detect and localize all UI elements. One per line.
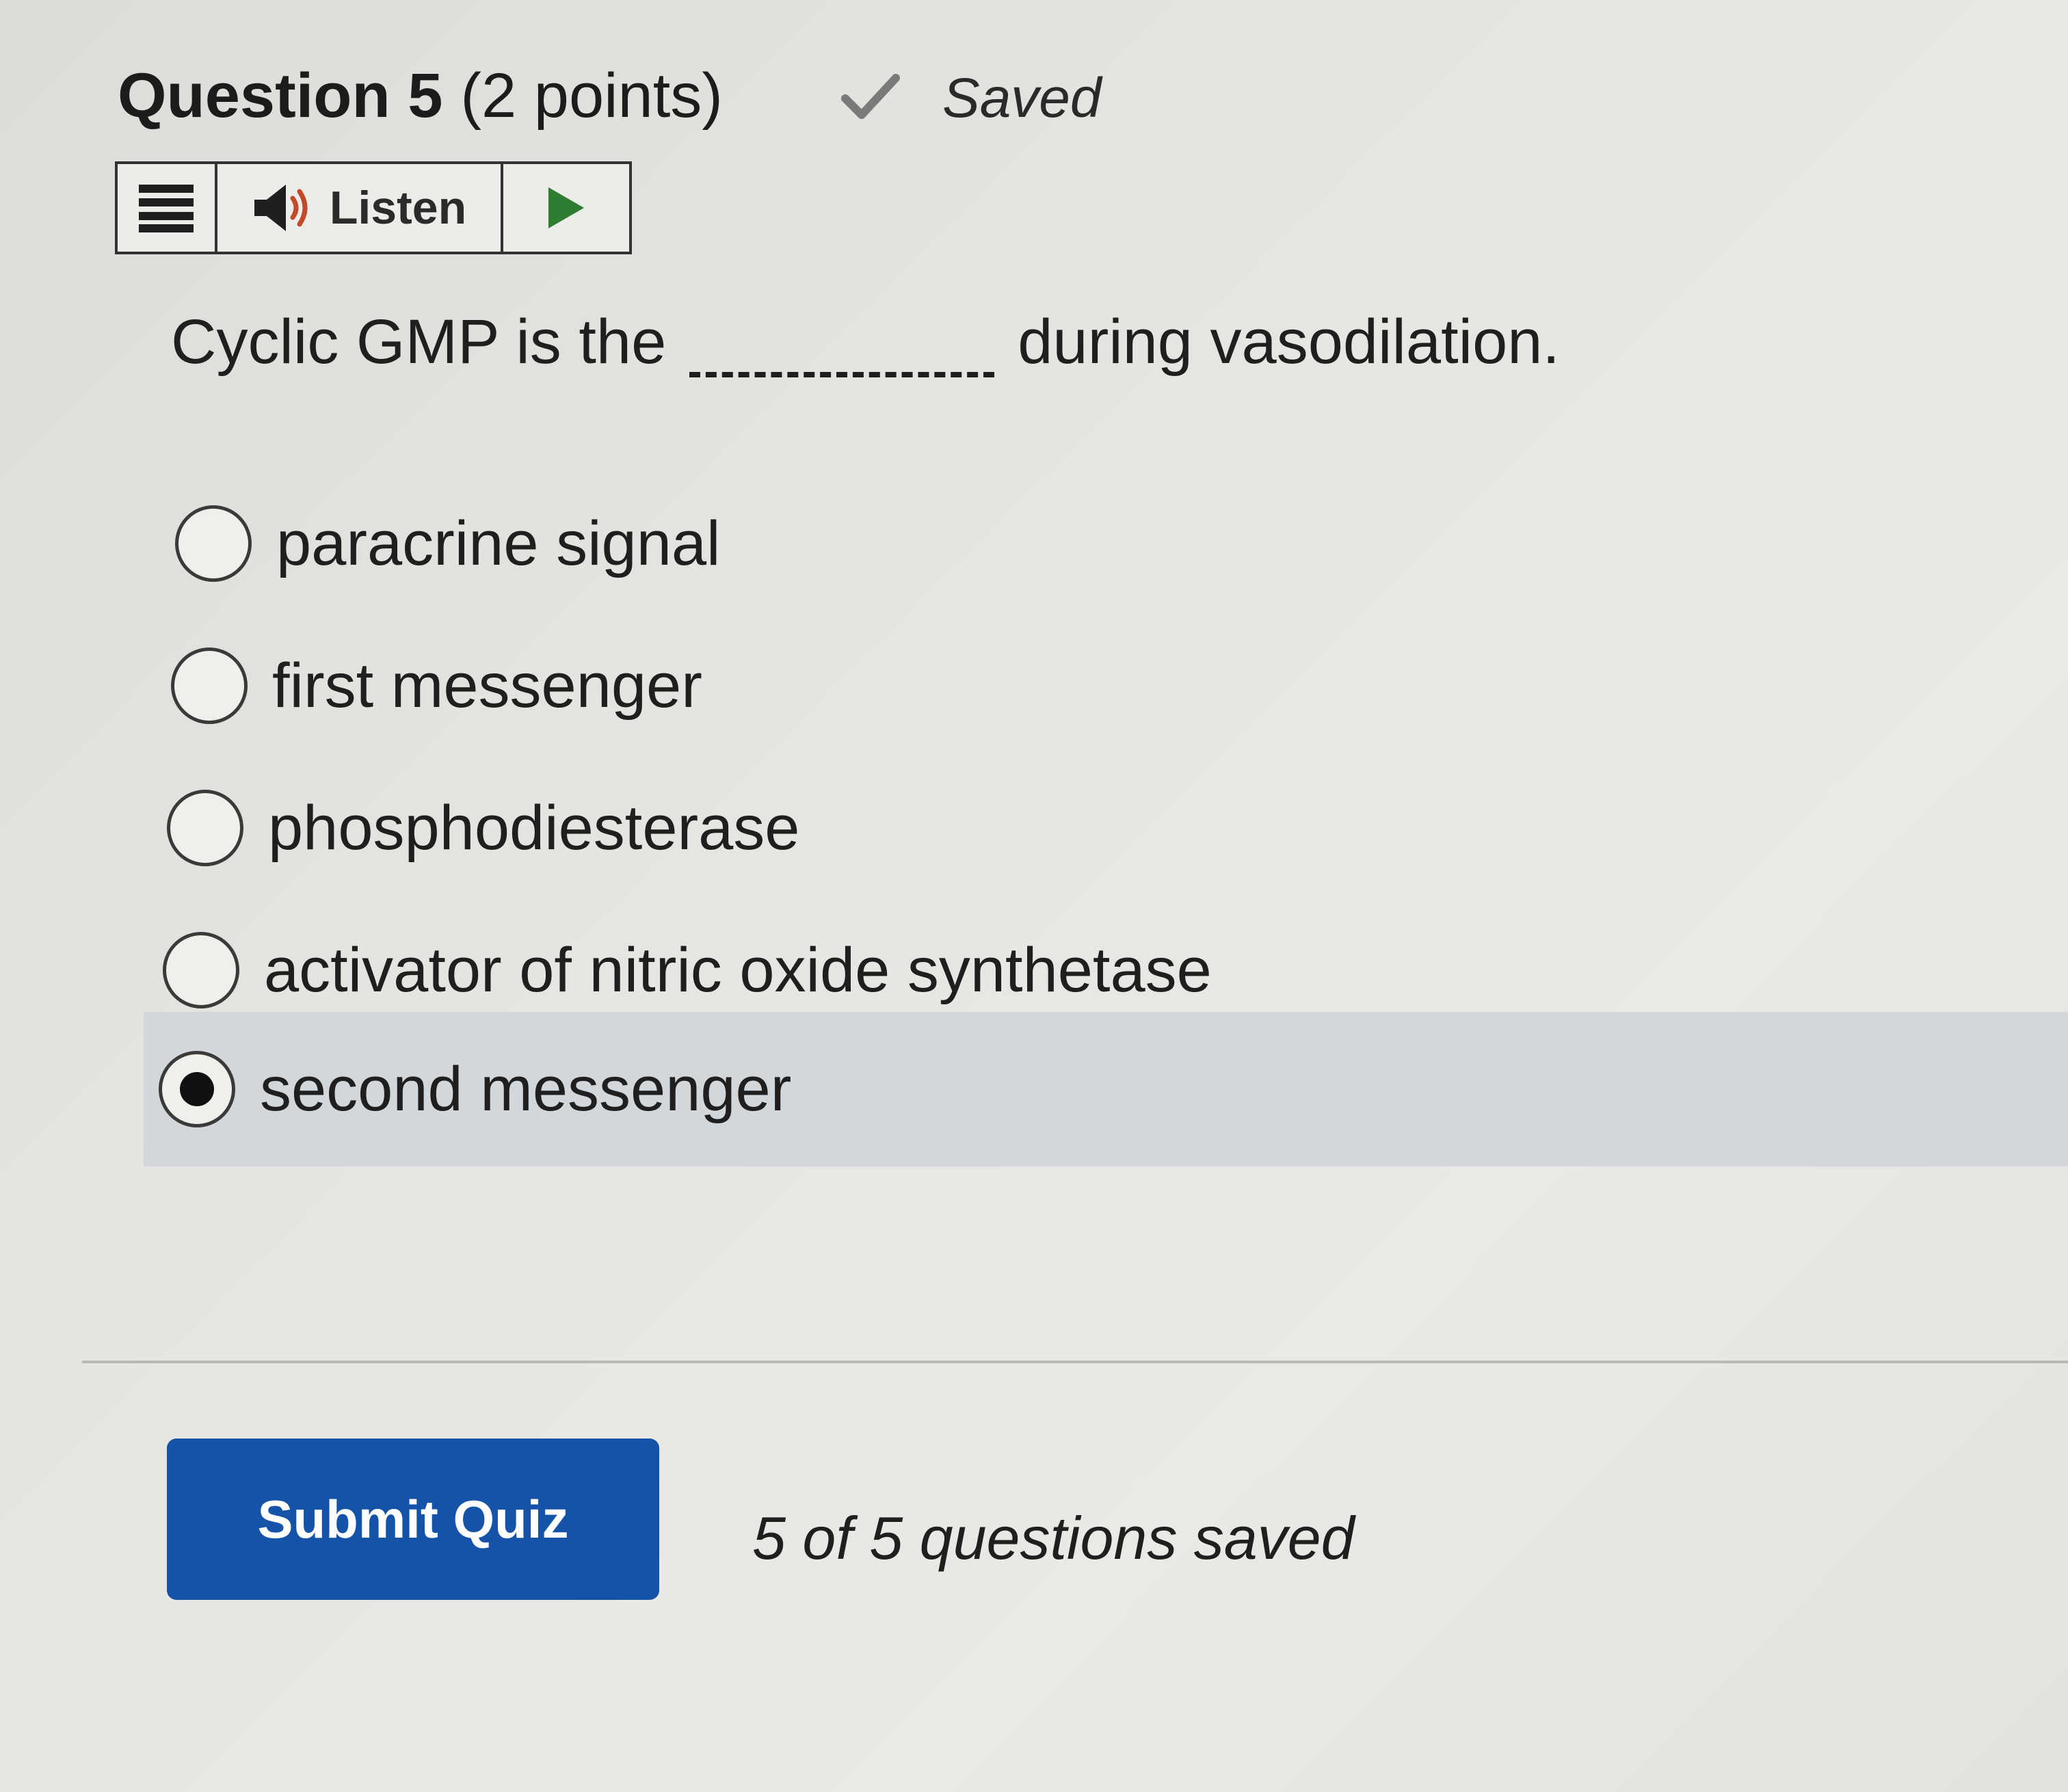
radio-button[interactable] bbox=[171, 647, 248, 724]
option-phosphodiesterase[interactable]: phosphodiesterase bbox=[167, 763, 799, 893]
option-label: second messenger bbox=[260, 1054, 792, 1124]
option-label: phosphodiesterase bbox=[268, 792, 800, 863]
submit-quiz-button[interactable]: Submit Quiz bbox=[167, 1439, 659, 1600]
question-points: (2 points) bbox=[460, 60, 723, 131]
radio-button[interactable] bbox=[167, 790, 243, 866]
speaker-icon bbox=[254, 185, 308, 231]
prompt-text-after: during vasodilation. bbox=[1018, 306, 1560, 377]
saved-status: Saved bbox=[840, 57, 1102, 139]
play-icon bbox=[548, 187, 584, 228]
play-button[interactable] bbox=[503, 164, 629, 252]
listen-toolbar: Listen bbox=[115, 161, 632, 254]
radio-button-selected[interactable] bbox=[159, 1051, 235, 1127]
radio-button[interactable] bbox=[163, 932, 239, 1008]
option-label: first messenger bbox=[272, 650, 702, 721]
option-first-messenger[interactable]: first messenger bbox=[171, 621, 702, 751]
option-label: activator of nitric oxide synthetase bbox=[264, 935, 1212, 1005]
menu-icon bbox=[139, 185, 194, 232]
section-divider bbox=[82, 1361, 2068, 1363]
radio-selected-dot bbox=[180, 1072, 214, 1106]
question-number: Question 5 bbox=[118, 60, 443, 131]
questions-saved-status: 5 of 5 questions saved bbox=[752, 1504, 1355, 1572]
saved-label: Saved bbox=[942, 67, 1102, 129]
checkmark-icon bbox=[841, 74, 900, 119]
question-prompt: Cyclic GMP is the during vasodilation. bbox=[171, 294, 1560, 390]
prompt-text-before: Cyclic GMP is the bbox=[171, 306, 667, 377]
question-title: Question 5 (2 points) bbox=[118, 55, 723, 137]
radio-button[interactable] bbox=[175, 505, 252, 582]
answer-blank bbox=[689, 358, 995, 377]
option-paracrine-signal[interactable]: paracrine signal bbox=[175, 479, 720, 609]
listen-button[interactable]: Listen bbox=[217, 164, 503, 252]
option-second-messenger[interactable]: second messenger bbox=[144, 1012, 2068, 1166]
listen-menu-button[interactable] bbox=[118, 164, 217, 252]
listen-label: Listen bbox=[329, 182, 467, 234]
option-label: paracrine signal bbox=[276, 508, 721, 578]
